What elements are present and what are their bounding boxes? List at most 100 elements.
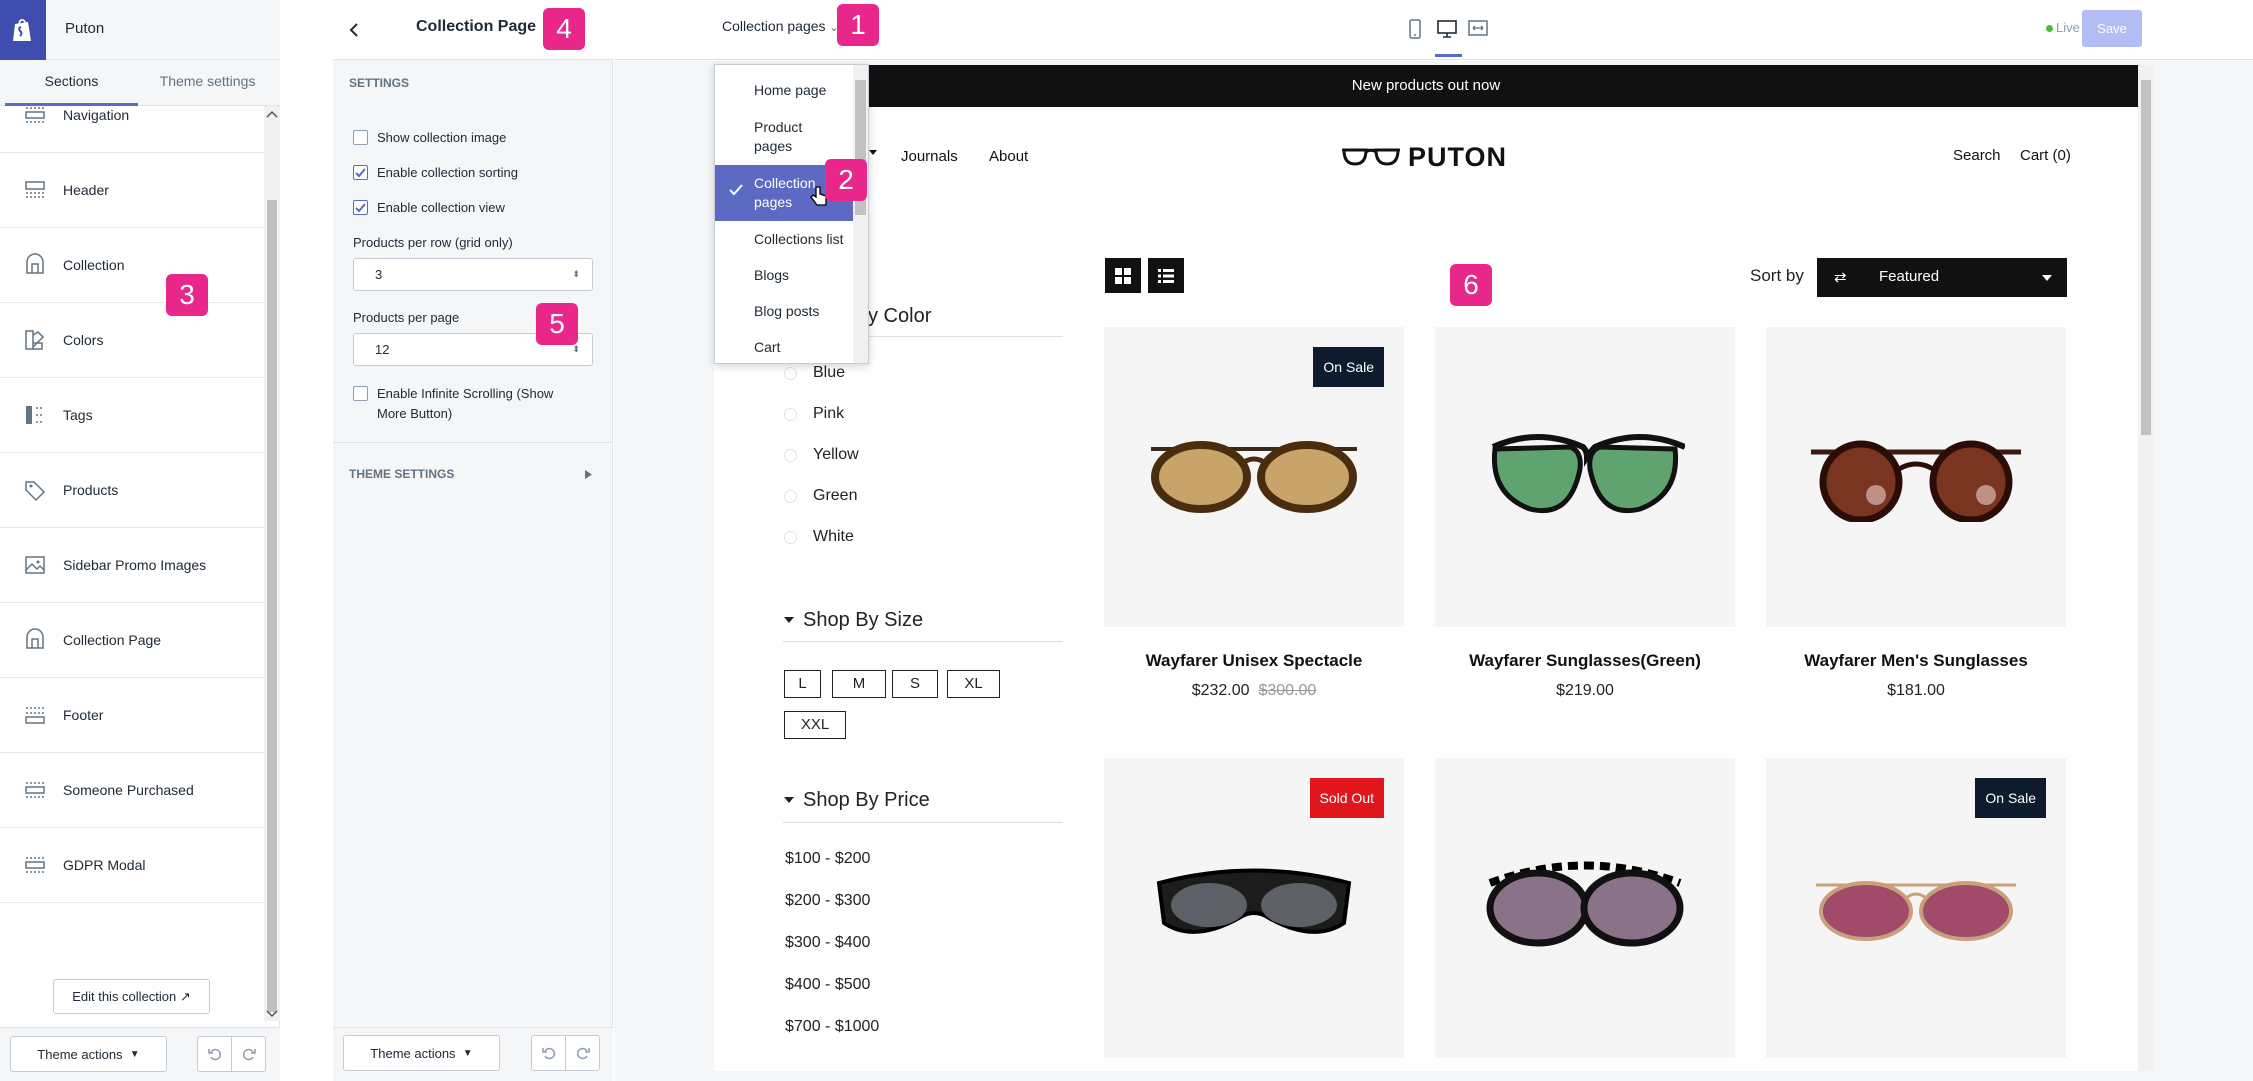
product-card-image[interactable]: On Sale [1766, 758, 2066, 1058]
color-swatch-yellow[interactable] [784, 449, 797, 462]
sidebar-item-tags[interactable]: Tags [0, 378, 264, 453]
nav-dropdown-caret-icon [869, 150, 877, 156]
dropdown-option-blogs[interactable]: Blogs [754, 266, 789, 285]
sidebar-item-products[interactable]: Products [0, 453, 264, 528]
product-title[interactable]: Wayfarer Sunglasses(Green) [1435, 651, 1735, 671]
product-card-image[interactable]: On Sale [1104, 327, 1404, 627]
sections-scrollbar-thumb[interactable] [267, 200, 277, 1012]
edit-collection-button[interactable]: Edit this collection ↗ [53, 979, 210, 1014]
caret-right-icon [585, 470, 592, 479]
sidebar-item-collection-page[interactable]: Collection Page [0, 603, 264, 678]
price-filter-option[interactable]: $700 - $1000 [785, 1018, 879, 1036]
panel-footer-bar: Theme actions ▼ [333, 1027, 613, 1081]
nav-link-about[interactable]: About [989, 148, 1028, 165]
color-swatch-green[interactable] [784, 490, 797, 503]
product-title[interactable]: Wayfarer Unisex Spectacle [1104, 651, 1404, 671]
announcement-bar[interactable]: New products out now [714, 65, 2138, 107]
size-option-xxl[interactable]: XXL [784, 711, 846, 739]
product-card-image[interactable] [1435, 758, 1735, 1058]
redo-button[interactable] [565, 1035, 600, 1071]
scroll-up-arrow-icon[interactable] [266, 110, 278, 118]
sidebar-item-gdpr-modal[interactable]: GDPR Modal [0, 828, 264, 903]
nav-link-search[interactable]: Search [1953, 147, 2001, 164]
price-filter-option[interactable]: $400 - $500 [785, 976, 870, 994]
undo-button[interactable] [531, 1035, 566, 1071]
preview-scrollbar-thumb[interactable] [2141, 80, 2151, 435]
color-option-white[interactable]: White [813, 528, 854, 546]
back-chevron-icon[interactable] [349, 22, 359, 38]
dropdown-option-product-pages[interactable]: Product pages [754, 118, 834, 156]
show-collection-image-checkbox[interactable] [353, 130, 368, 145]
nav-link-journals[interactable]: Journals [901, 148, 958, 165]
sidebar-item-someone-purchased[interactable]: Someone Purchased [0, 753, 264, 828]
price-filter-option[interactable]: $200 - $300 [785, 892, 870, 910]
desktop-view-icon[interactable] [1437, 20, 1457, 38]
infinite-scrolling-checkbox[interactable] [353, 386, 368, 401]
redo-icon [576, 1047, 590, 1060]
theme-settings-toggle[interactable]: THEME SETTINGS [349, 467, 454, 481]
product-price: $219.00 [1556, 682, 1614, 699]
mobile-view-icon[interactable] [1408, 19, 1422, 39]
undo-button[interactable] [197, 1036, 232, 1072]
scroll-down-arrow-icon[interactable] [266, 1010, 278, 1018]
list-view-icon [1158, 269, 1174, 283]
theme-actions-button[interactable]: Theme actions ▼ [10, 1036, 167, 1072]
enable-collection-sorting-checkbox[interactable] [353, 165, 368, 180]
products-per-page-label: Products per page [353, 310, 460, 325]
divider [783, 822, 1063, 823]
dropdown-option-blog-posts[interactable]: Blog posts [754, 302, 819, 321]
color-option-blue[interactable]: Blue [813, 364, 845, 382]
list-view-button[interactable] [1148, 258, 1184, 293]
size-option-m[interactable]: M [832, 670, 886, 698]
price-filter-option[interactable]: $100 - $200 [785, 850, 870, 868]
nav-link-cart[interactable]: Cart (0) [2020, 147, 2071, 164]
color-swatch-pink[interactable] [784, 408, 797, 421]
redo-button[interactable] [231, 1036, 266, 1072]
fullscreen-view-icon[interactable] [1468, 19, 1488, 37]
dropdown-option-cart[interactable]: Cart [754, 338, 780, 357]
shopify-logo-icon[interactable] [0, 0, 46, 60]
filter-heading-color[interactable]: y Color [868, 305, 931, 328]
sidebar-item-footer[interactable]: Footer [0, 678, 264, 753]
image-icon [25, 556, 45, 574]
sidebar-item-header[interactable]: Header [0, 153, 264, 228]
site-logo[interactable]: PUTON [1408, 142, 1507, 173]
grid-view-icon [1115, 268, 1131, 284]
dropdown-option-home-page[interactable]: Home page [754, 81, 826, 100]
color-swatch-white[interactable] [784, 531, 797, 544]
sidebar-item-navigation[interactable]: Navigation [0, 78, 264, 153]
product-card-image[interactable] [1766, 327, 2066, 627]
settings-heading: SETTINGS [349, 76, 410, 90]
grid-view-button[interactable] [1105, 258, 1141, 293]
color-option-green[interactable]: Green [813, 487, 857, 505]
size-option-s[interactable]: S [892, 670, 938, 698]
product-card-image[interactable]: Sold Out [1104, 758, 1404, 1058]
store-name: Puton [65, 20, 105, 37]
enable-collection-sorting-label: Enable collection sorting [377, 165, 518, 180]
sort-select[interactable]: ⇄ Featured [1817, 258, 2067, 297]
color-option-pink[interactable]: Pink [813, 405, 844, 423]
size-option-l[interactable]: L [784, 670, 821, 698]
compare-at-price: $300.00 [1258, 682, 1317, 699]
price-filter-option[interactable]: $300 - $400 [785, 934, 870, 952]
size-option-xl[interactable]: XL [947, 670, 1000, 698]
sidebar-item-colors[interactable]: Colors [0, 303, 264, 378]
dropdown-option-collections-list[interactable]: Collections list [754, 230, 843, 249]
caret-down-icon [784, 797, 794, 804]
products-per-row-select[interactable]: 3 ⬍ [353, 258, 593, 291]
filter-heading-price[interactable]: Shop By Price [803, 789, 930, 812]
save-button[interactable]: Save [2082, 10, 2142, 47]
theme-actions-button[interactable]: Theme actions ▼ [343, 1035, 500, 1071]
page-type-selector[interactable]: Collection pages ⌄ [722, 18, 839, 34]
enable-collection-view-checkbox[interactable] [353, 200, 368, 215]
product-card-image[interactable] [1435, 327, 1735, 627]
product-title[interactable]: Wayfarer Men's Sunglasses [1766, 651, 2066, 671]
sidebar-item-sidebar-promo-images[interactable]: Sidebar Promo Images [0, 528, 264, 603]
filter-heading-size[interactable]: Shop By Size [803, 609, 923, 632]
caret-down-icon [784, 617, 794, 624]
caret-down-icon: ▼ [129, 1048, 140, 1060]
tortoise-sunglasses-image [1151, 441, 1357, 513]
color-option-yellow[interactable]: Yellow [813, 446, 859, 464]
color-swatch-blue[interactable] [784, 367, 797, 380]
sidebar-item-collection[interactable]: Collection [0, 228, 264, 303]
